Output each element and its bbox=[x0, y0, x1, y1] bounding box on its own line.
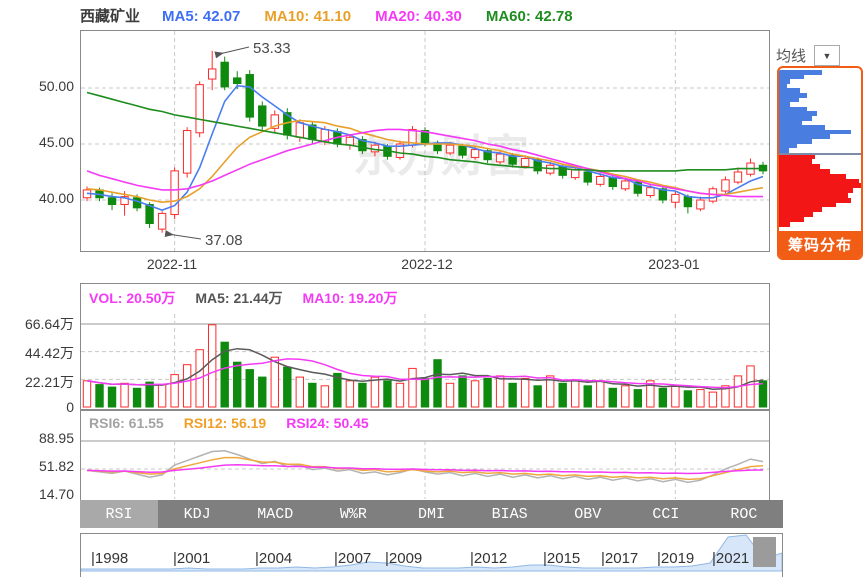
date-tick-label: 2022-12 bbox=[395, 256, 459, 272]
ma-selector: 均线 ▼ bbox=[776, 45, 840, 66]
rsi-legend: RSI6: 61.55 RSI12: 56.19 RSI24: 50.45 bbox=[89, 415, 369, 431]
chevron-down-icon: ▼ bbox=[823, 51, 832, 61]
axis-tick-label: 44.42万 bbox=[0, 343, 74, 363]
date-tick-label: 2023-01 bbox=[642, 256, 706, 272]
tab-roc[interactable]: ROC bbox=[705, 500, 783, 528]
timeline-year-label: |2009 bbox=[385, 550, 422, 567]
timeline-range-handle[interactable] bbox=[753, 537, 776, 567]
axis-tick-label: 0 bbox=[0, 399, 74, 415]
tab-kdj[interactable]: KDJ bbox=[158, 500, 236, 528]
svg-text:37.08: 37.08 bbox=[205, 232, 243, 249]
timeline-year-label: |2001 bbox=[173, 550, 210, 567]
timeline-year-label: |2007 bbox=[334, 550, 371, 567]
candlestick-pane[interactable]: 东方财富53.3337.08 bbox=[80, 30, 770, 252]
legend-item: RSI12: 56.19 bbox=[184, 415, 267, 431]
history-timeline[interactable]: |1998 |2001 |2004 |2007 |2009 |2012 |2015 |2017… bbox=[80, 533, 783, 577]
timeline-year-label: |2012 bbox=[470, 550, 507, 567]
axis-tick-label: 66.64万 bbox=[0, 314, 74, 334]
timeline-year-label: |2017 bbox=[601, 550, 638, 567]
axis-tick-label: 14.70 bbox=[0, 486, 74, 502]
ma-legend-item: MA5: 42.07 bbox=[162, 8, 240, 25]
ma-dropdown-button[interactable]: ▼ bbox=[814, 45, 840, 66]
axis-tick-label: 22.21万 bbox=[0, 372, 74, 392]
volume-pane[interactable]: VOL: 20.50万 MA5: 21.44万 MA10: 19.20万 bbox=[80, 283, 770, 410]
tab-obv[interactable]: OBV bbox=[549, 500, 627, 528]
date-tick-label: 2022-11 bbox=[140, 256, 204, 272]
timeline-year-label: |2004 bbox=[255, 550, 292, 567]
legend-item: RSI6: 61.55 bbox=[89, 415, 164, 431]
ma-legend-item: MA10: 41.10 bbox=[264, 8, 351, 25]
main-svg-canvas: 东方财富53.3337.08 bbox=[81, 31, 769, 251]
volume-legend: VOL: 20.50万 MA5: 21.44万 MA10: 19.20万 bbox=[89, 288, 397, 308]
legend-item: MA10: 19.20万 bbox=[303, 288, 398, 308]
tab-macd[interactable]: MACD bbox=[236, 500, 314, 528]
legend-item: VOL: 20.50万 bbox=[89, 288, 175, 308]
stock-title: 西藏矿业 bbox=[80, 5, 140, 26]
stock-chart-app: 西藏矿业 MA5: 42.07 MA10: 41.10 MA20: 40.30 MA6… bbox=[0, 0, 866, 577]
axis-tick-label: 50.00 bbox=[0, 78, 74, 94]
tab-rsi[interactable]: RSI bbox=[80, 500, 158, 528]
timeline-year-label: |2015 bbox=[543, 550, 580, 567]
candlestick-chart[interactable]: 东方财富53.3337.08 bbox=[81, 31, 769, 256]
ma-legend-item: MA60: 42.78 bbox=[486, 8, 573, 25]
indicator-tab-bar: RSIKDJMACDW%RDMIBIASOBVCCIROC bbox=[80, 500, 783, 528]
chip-distribution-panel[interactable]: 筹码分布 bbox=[777, 66, 863, 260]
axis-tick-label: 51.82 bbox=[0, 458, 74, 474]
ma-legend: MA5: 42.07 MA10: 41.10 MA20: 40.30 MA60: 42… bbox=[162, 8, 573, 25]
chip-distribution-histogram bbox=[779, 68, 861, 231]
tab-cci[interactable]: CCI bbox=[627, 500, 705, 528]
rsi-pane[interactable]: RSI6: 61.55 RSI12: 56.19 RSI24: 50.45 bbox=[80, 410, 770, 502]
ma-selector-label: 均线 bbox=[776, 45, 806, 66]
timeline-year-label: |1998 bbox=[91, 550, 128, 567]
axis-tick-label: 88.95 bbox=[0, 430, 74, 446]
tab-bias[interactable]: BIAS bbox=[471, 500, 549, 528]
svg-text:53.33: 53.33 bbox=[253, 40, 291, 57]
legend-item: RSI24: 50.45 bbox=[286, 415, 369, 431]
timeline-year-label: |2019 bbox=[657, 550, 694, 567]
tab-wr[interactable]: W%R bbox=[314, 500, 392, 528]
ma-legend-item: MA20: 40.30 bbox=[375, 8, 462, 25]
axis-tick-label: 45.00 bbox=[0, 134, 74, 150]
axis-tick-label: 40.00 bbox=[0, 190, 74, 206]
chip-distribution-button[interactable]: 筹码分布 bbox=[779, 231, 861, 258]
tab-dmi[interactable]: DMI bbox=[392, 500, 470, 528]
chip-bar-red bbox=[779, 222, 790, 227]
timeline-year-label: |2021 bbox=[712, 550, 749, 567]
chart-header: 西藏矿业 MA5: 42.07 MA10: 41.10 MA20: 40.30 MA6… bbox=[80, 5, 573, 26]
legend-item: MA5: 21.44万 bbox=[195, 288, 282, 308]
